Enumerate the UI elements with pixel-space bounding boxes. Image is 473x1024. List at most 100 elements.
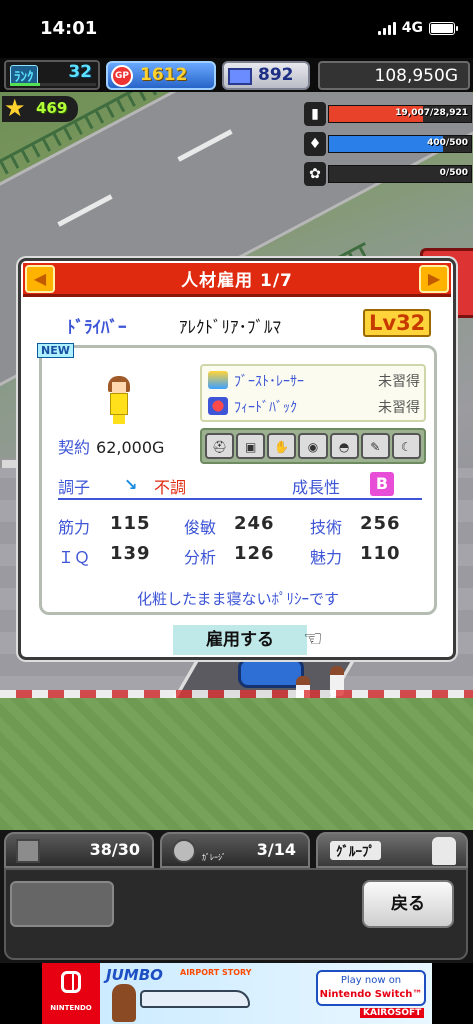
skill-status: 未習得 <box>378 374 420 390</box>
oil-resource[interactable]: ♦ 400/500 <box>304 132 472 156</box>
wheat-text: 0/500 <box>439 168 468 178</box>
prev-candidate-button[interactable]: ◀ <box>25 265 55 293</box>
helmet-icon[interactable]: ⛑ <box>205 433 235 459</box>
gp-value: 1612 <box>140 65 188 85</box>
contract-label: 契約 <box>58 438 91 457</box>
stat-label-iq: ＩＱ <box>58 548 91 567</box>
growth-grade: B <box>370 472 394 496</box>
stat-value-iq: 139 <box>110 543 151 564</box>
equipment-slots: ⛑ ▣ ✋ ◉ ◓ ✎ ☾ <box>200 428 426 464</box>
skill-name: ﾌｨｰﾄﾞﾊﾞｯｸ <box>234 400 297 416</box>
stat-value-technique: 256 <box>360 513 401 534</box>
tab-garage-label: ｶﾞﾚｰｼﾞ <box>202 853 226 862</box>
skill-row[interactable]: ﾌｨｰﾄﾞﾊﾞｯｸ 未習得 <box>208 394 420 420</box>
condition-value: 不調 <box>154 478 187 497</box>
ad-game-title: JUMBO <box>106 966 163 984</box>
gp-icon: GP <box>111 65 133 87</box>
switch-brand-text: NINTENDO SWITCH <box>50 1004 92 1024</box>
oil-text: 400/500 <box>427 138 468 148</box>
gp-display[interactable]: GP 1612 <box>106 61 216 90</box>
growth-label: 成長性 <box>292 478 341 497</box>
glove-icon[interactable]: ✋ <box>267 433 297 459</box>
dialog-title: 人材雇用 1/7 <box>181 271 293 291</box>
garage-icon <box>172 839 196 863</box>
hire-button[interactable]: 雇用する <box>173 625 307 655</box>
fans-display[interactable]: ★ 469 <box>2 95 78 122</box>
signal-icon <box>377 21 396 35</box>
computer-icon <box>228 68 252 85</box>
contract-value: 62,000G <box>96 438 165 457</box>
wheat-resource[interactable]: ✿ 0/500 <box>304 162 472 186</box>
contract-fee: 契約 62,000G <box>58 434 164 458</box>
ad-cta-line1: Play now on <box>340 975 402 986</box>
wrench-icon[interactable]: ✎ <box>360 433 390 459</box>
rank-display[interactable]: ﾗﾝｸ 32 <box>4 60 100 90</box>
skills-panel: ﾌﾞｰｽﾄ･ﾚｰｻｰ 未習得 ﾌｨｰﾄﾞﾊﾞｯｸ 未習得 <box>200 364 426 422</box>
bottom-tabs: 38/30 ｶﾞﾚｰｼﾞ 3/14 ｸﾞﾙｰﾌﾟ <box>4 832 468 868</box>
fuel-resource[interactable]: ▮ 19,007/28,921 <box>304 102 472 126</box>
divider <box>58 498 422 500</box>
candidate-avatar <box>106 376 132 424</box>
stat-value-agility: 246 <box>234 513 275 534</box>
network-label: 4G <box>401 20 423 36</box>
stat-value-strength: 115 <box>110 513 151 534</box>
ad-character <box>112 984 136 1022</box>
ad-publisher: KAIROSOFT <box>360 1008 425 1018</box>
fuel-text: 19,007/28,921 <box>395 108 468 118</box>
stat-label-analysis: 分析 <box>184 548 217 567</box>
tab-group[interactable]: ｸﾞﾙｰﾌﾟ <box>316 832 468 868</box>
stat-value-charm: 110 <box>360 543 401 564</box>
new-badge: NEW <box>37 343 74 358</box>
boost-racer-icon <box>208 371 228 389</box>
dialog-header: 人材雇用 1/7 <box>23 263 451 297</box>
back-button[interactable]: 戻る <box>362 880 454 928</box>
cap-icon[interactable]: ◓ <box>329 433 359 459</box>
hire-dialog: 人材雇用 1/7 ◀ ▶ ﾄﾞﾗｲﾊﾞｰ ｱﾚｸﾄﾞﾘｱ･ﾌﾞﾙﾏ Lv32 契… <box>18 258 456 660</box>
stat-label-strength: 筋力 <box>58 518 91 537</box>
shoes-icon[interactable]: ◉ <box>298 433 328 459</box>
condition-label: 調子 <box>58 478 91 497</box>
nintendo-switch-badge: NINTENDO SWITCH <box>42 963 100 1024</box>
skill-row[interactable]: ﾌﾞｰｽﾄ･ﾚｰｻｰ 未習得 <box>208 368 420 394</box>
candidate-role: ﾄﾞﾗｲﾊﾞｰ <box>67 318 127 338</box>
down-arrow-icon: ↘ <box>124 475 138 494</box>
ad-cta-line2: Nintendo Switch™ <box>319 989 423 1000</box>
tab-garage[interactable]: ｶﾞﾚｰｼﾞ 3/14 <box>160 832 310 868</box>
stat-label-technique: 技術 <box>310 518 343 537</box>
race-car[interactable] <box>238 658 304 688</box>
status-bar: 14:01 4G <box>0 0 473 58</box>
fuel-icon: ▮ <box>304 102 326 126</box>
ad-game-subtitle: AIRPORT STORY <box>180 968 252 977</box>
candidate-card: 契約 62,000G ﾌﾞｰｽﾄ･ﾚｰｻｰ 未習得 ﾌｨｰﾄﾞﾊﾞｯｸ 未習得 ⛑… <box>39 345 437 615</box>
candidate-level: Lv32 <box>363 309 432 337</box>
tab-garage-count: 3/14 <box>256 840 296 859</box>
skill-status: 未習得 <box>378 400 420 416</box>
moon-icon[interactable]: ☾ <box>391 433 421 459</box>
oil-icon: ♦ <box>304 132 326 156</box>
switch-logo-icon <box>61 971 81 993</box>
tab-staff-count: 38/30 <box>89 840 140 859</box>
next-candidate-button[interactable]: ▶ <box>419 265 449 293</box>
wheat-icon: ✿ <box>304 162 326 186</box>
suit-icon[interactable]: ▣ <box>236 433 266 459</box>
candidate-name: ｱﾚｸﾄﾞﾘｱ･ﾌﾞﾙﾏ <box>179 318 281 338</box>
tab-staff[interactable]: 38/30 <box>4 832 154 868</box>
research-value: 892 <box>258 65 294 85</box>
status-time: 14:01 <box>40 18 98 39</box>
research-display[interactable]: 892 <box>222 61 310 90</box>
pointing-hand-icon: ☜ <box>303 627 323 652</box>
stat-value-analysis: 126 <box>234 543 275 564</box>
money-display[interactable]: 108,950G <box>318 61 470 90</box>
candidate-quote: 化粧したまま寝ないﾎﾟﾘｼｰです <box>136 590 340 608</box>
fans-value: 469 <box>36 99 68 117</box>
stat-label-charm: 魅力 <box>310 548 343 567</box>
character-icon <box>432 837 456 865</box>
stat-label-agility: 俊敏 <box>184 518 217 537</box>
rank-progress-bar <box>10 83 96 86</box>
empty-slot[interactable] <box>10 881 114 927</box>
battery-icon <box>429 21 458 35</box>
crate-icon <box>16 839 40 863</box>
ad-cta[interactable]: Play now on Nintendo Switch™ <box>316 970 426 1006</box>
rank-value: 32 <box>68 62 92 82</box>
tab-group-label: ｸﾞﾙｰﾌﾟ <box>330 841 381 860</box>
